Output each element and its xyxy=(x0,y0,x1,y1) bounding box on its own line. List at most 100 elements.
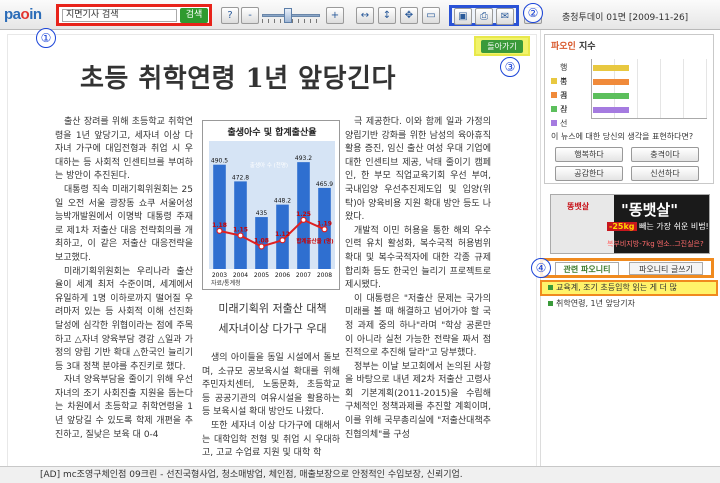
full-page-button[interactable]: ✥ xyxy=(400,7,418,24)
fit-width-icon: ↔ xyxy=(360,10,370,21)
chart-point-label: 1.25 xyxy=(296,211,311,218)
index-bar xyxy=(593,65,629,71)
reaction-fresh-button[interactable]: 신선하다 xyxy=(631,166,699,181)
paoin-index-title-rest: 지수 xyxy=(575,42,596,52)
reaction-agree-button[interactable]: 공감한다 xyxy=(555,166,623,181)
article-paragraph: 미래기획위원회는 우리나라 출산율이 세계 최저 수준이며, 세계에서 유일하게… xyxy=(55,266,193,372)
sidebar: 파오인 지수 행복 충격 공감 신선 이 뉴스에 대한 당신의 생각을 표현하다면? … xyxy=(540,34,718,466)
tab-related[interactable]: 관련 파오니티 xyxy=(555,262,619,275)
chart-tick-label: 2008 xyxy=(317,272,332,279)
index-bargraph xyxy=(591,59,707,119)
article-column-2: 생의 아이들을 동일 시설에서 돌보며, 소규모 공보육시설 확대를 위해 주민… xyxy=(202,352,340,466)
zoom-out-button[interactable]: - xyxy=(241,7,259,24)
reaction-question: 이 뉴스에 대한 당신의 생각을 표현하다면? xyxy=(551,132,694,141)
chart-point-label: 1.08 xyxy=(254,237,269,244)
chart-point-label: 1.19 xyxy=(317,220,332,227)
zoom-in-icon: + xyxy=(330,10,340,21)
chart-bar xyxy=(234,181,247,269)
help-icon: ? xyxy=(227,10,233,21)
index-legend-item: 충격 xyxy=(551,75,591,100)
logo-text-o: o xyxy=(20,6,30,23)
chart-tick-label: 2006 xyxy=(275,272,290,279)
chart-bar xyxy=(213,164,226,269)
back-button[interactable]: 돌아가기 xyxy=(474,36,530,56)
chart-point xyxy=(237,232,244,239)
article-paragraph: 개발적 이민 허용을 통한 해외 우수인력 유치 활성화, 복수국적 허용범위 … xyxy=(345,225,491,291)
full-page-icon: ✥ xyxy=(404,10,414,21)
chart-point xyxy=(300,216,307,223)
related-list: 교육계, 조기 초등입학 읽는 게 더 많 취학연령, 1년 앞당기자 xyxy=(540,280,718,312)
save-icon: ▣ xyxy=(458,11,468,22)
toolbar: paoin 지면기사 검색 검색 ? - + ↔ ↕ ✥ ▭ ▣ ⎙ ✉ ✎ 충… xyxy=(0,0,720,30)
issue-info: 충청투데이 01면 [2009-11-26] xyxy=(562,13,689,23)
chart-bar-label: 448.2 xyxy=(274,198,291,205)
chart-source: 자료/통계청 xyxy=(211,279,241,287)
chart-point xyxy=(216,227,223,234)
help-button[interactable]: ? xyxy=(221,7,239,24)
reaction-happy-button[interactable]: 행복하다 xyxy=(555,147,623,162)
index-legend: 행복 충격 공감 신선 xyxy=(551,61,591,128)
footer-ad[interactable]: [AD] mc조영구체인점 09크린 - 선진국형사업, 청소매방업, 체인점,… xyxy=(0,466,720,483)
paoin-logo[interactable]: paoin xyxy=(4,6,42,23)
legend-label: 충격 xyxy=(560,77,568,100)
article-paragraph: 이 대통령은 "저출산 문제는 국가의 미래를 볼 때 해결하고 넘어가야 할 … xyxy=(345,293,491,359)
legend-label: 신선 xyxy=(560,105,568,128)
paoin-index-panel: 파오인 지수 행복 충격 공감 신선 이 뉴스에 대한 당신의 생각을 표현하다면? … xyxy=(544,34,714,184)
ad-tagline-text: 빼는 가장 쉬운 비법!! xyxy=(636,222,710,231)
fit-width-button[interactable]: ↔ xyxy=(356,7,374,24)
ad-tagline-highlight: -25kg xyxy=(607,222,637,231)
zoom-slider-knob[interactable] xyxy=(284,8,292,23)
print-icon: ⎙ xyxy=(480,11,488,22)
ad-subtext: 복부비지방-7kg 엔소..그진실은? xyxy=(607,240,704,248)
chart-point xyxy=(258,243,265,250)
print-button[interactable]: ⎙ xyxy=(475,8,493,25)
paoin-index-title-accent: 파오인 xyxy=(551,42,576,52)
chart-svg: 490.5 2003 472.8 2004 435 2005 448.2 2006 493.2 2… xyxy=(209,141,335,287)
related-item[interactable]: 취학연령, 1년 앞당기자 xyxy=(544,296,714,312)
index-bar xyxy=(593,107,629,113)
ad-tagline: -25kg 빼는 가장 쉬운 비법!! xyxy=(607,221,710,232)
chart-bar-label: 435 xyxy=(256,210,268,217)
reaction-shock-button[interactable]: 충격이다 xyxy=(631,147,699,162)
chart-legend-births: 출생아 수 (천명) xyxy=(250,161,288,169)
chart-tick-label: 2005 xyxy=(254,272,269,279)
index-legend-item: 신선 xyxy=(551,103,591,128)
email-button[interactable]: ✉ xyxy=(496,8,514,25)
index-bar xyxy=(593,79,629,85)
fit-height-button[interactable]: ↕ xyxy=(378,7,396,24)
search-input[interactable]: 지면기사 검색 xyxy=(62,9,177,22)
legend-label: 행복 xyxy=(560,63,568,86)
email-icon: ✉ xyxy=(500,11,510,22)
legend-swatch xyxy=(551,120,557,126)
related-item-label: 교육계, 조기 초등입학 읽는 게 더 많 xyxy=(556,283,677,292)
chart-bar-label: 465.9 xyxy=(316,181,333,188)
annotation-marker-1: ① xyxy=(36,28,56,48)
birth-chart: 출생아수 및 합계출산율 490.5 2003 472.8 2004 435 2005 44… xyxy=(202,120,340,290)
article-paragraph: 대통령 직속 미래기획위원회는 25일 오전 서울 광장동 쇼쿠 서울어성능박개… xyxy=(55,184,193,263)
article-paragraph: 또한 세자녀 이상 다가구에 대해서는 대학입학 전형 및 취업 시 우대하고,… xyxy=(202,420,340,459)
article-headline: 초등 취학연령 1년 앞당긴다 xyxy=(80,64,396,94)
back-button-label: 돌아가기 xyxy=(481,40,523,53)
tab-write[interactable]: 파오니티 글쓰기 xyxy=(629,262,703,275)
chart-bar-label: 490.5 xyxy=(211,158,228,165)
index-legend-item: 행복 xyxy=(551,61,591,86)
fit-height-icon: ↕ xyxy=(382,10,392,21)
legend-label: 공감 xyxy=(560,91,568,114)
article-subheadline-2: 세자녀이상 다가구 우대 xyxy=(218,322,327,335)
sidebar-ad-banner[interactable]: 똥뱃살 "똥뱃살" -25kg 빼는 가장 쉬운 비법!! 복부비지방-7kg … xyxy=(550,194,710,254)
article-column-3: 극 제공한다. 이와 함께 일과 가정의 양립기반 강화를 위한 남성의 육아휴… xyxy=(345,116,491,466)
bullet-icon xyxy=(548,285,553,290)
save-button[interactable]: ▣ xyxy=(454,8,472,25)
article-paragraph: 생의 아이들을 동일 시설에서 돌보며, 소규모 공보육시설 확대를 위해 주민… xyxy=(202,353,340,418)
zoom-slider[interactable] xyxy=(260,7,322,24)
related-item[interactable]: 교육계, 조기 초등입학 읽는 게 더 많 xyxy=(540,280,718,296)
related-tabs: 관련 파오니티 파오니티 글쓰기 xyxy=(540,258,714,278)
search-button[interactable]: 검색 xyxy=(180,8,208,23)
divider xyxy=(540,30,541,466)
annotation-marker-3: ③ xyxy=(500,57,520,77)
article-paragraph: 극 제공한다. 이와 함께 일과 가정의 양립기반 강화를 위한 남성의 육아휴… xyxy=(345,117,491,223)
chart-tick-label: 2003 xyxy=(212,272,227,279)
article-paragraph: 출산 장려를 위해 초등학교 취학연령을 1년 앞당기고, 세자녀 이상 다자녀… xyxy=(55,117,193,182)
image-view-button[interactable]: ▭ xyxy=(422,7,440,24)
zoom-in-button[interactable]: + xyxy=(326,7,344,24)
